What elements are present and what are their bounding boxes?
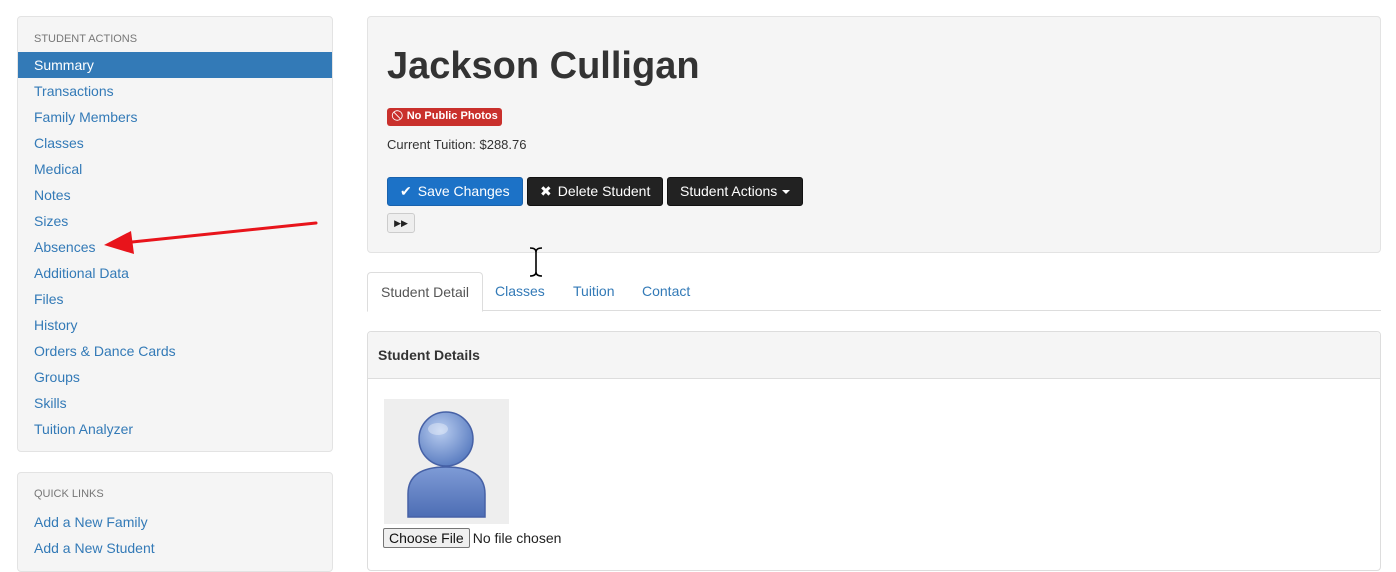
quick-links-heading: QUICK LINKS <box>34 488 104 500</box>
sidebar-item-skills[interactable]: Skills <box>18 390 332 416</box>
student-details-heading: Student Details <box>368 332 1380 379</box>
sidebar-item-orders-dance-cards[interactable]: Orders & Dance Cards <box>18 338 332 364</box>
person-placeholder-icon <box>407 411 486 518</box>
delete-student-button[interactable]: ✖ Delete Student <box>527 177 664 206</box>
sidebar-item-classes[interactable]: Classes <box>18 130 332 156</box>
caret-down-icon <box>782 190 791 195</box>
sidebar-item-family-members[interactable]: Family Members <box>18 104 332 130</box>
photo-upload: Choose File No file chosen <box>383 528 561 548</box>
student-actions-nav: Summary Transactions Family Members Clas… <box>18 52 332 442</box>
sidebar-item-notes[interactable]: Notes <box>18 182 332 208</box>
sidebar-item-transactions[interactable]: Transactions <box>18 78 332 104</box>
tab-classes[interactable]: Classes <box>482 272 558 311</box>
file-status: No file chosen <box>472 530 562 546</box>
student-header: Jackson Culligan 🚫︎ No Public Photos Curr… <box>367 16 1381 253</box>
current-tuition: Current Tuition: $288.76 <box>387 137 527 152</box>
close-icon: ✖ <box>540 183 552 199</box>
sidebar-item-groups[interactable]: Groups <box>18 364 332 390</box>
sidebar-item-tuition-analyzer[interactable]: Tuition Analyzer <box>18 416 332 442</box>
sidebar-item-history[interactable]: History <box>18 312 332 338</box>
student-actions-dropdown[interactable]: Student Actions <box>667 177 804 206</box>
sidebar-item-files[interactable]: Files <box>18 286 332 312</box>
tab-student-detail[interactable]: Student Detail <box>367 272 483 312</box>
delete-student-label: Delete Student <box>557 183 651 199</box>
student-actions-heading: STUDENT ACTIONS <box>34 33 138 45</box>
save-changes-label: Save Changes <box>417 183 510 199</box>
student-actions-panel: STUDENT ACTIONS Summary Transactions Fam… <box>17 16 333 452</box>
quick-link-add-family[interactable]: Add a New Family <box>18 509 332 535</box>
sidebar-item-medical[interactable]: Medical <box>18 156 332 182</box>
sidebar-item-summary[interactable]: Summary <box>18 52 332 78</box>
student-tabs: Student Detail Classes Tuition Contact <box>367 272 1381 312</box>
tab-contact[interactable]: Contact <box>629 272 703 311</box>
eye-slash-icon: 🚫︎ <box>391 111 404 122</box>
student-details-panel: Student Details Choose File No file chose… <box>367 331 1381 571</box>
quick-links-panel: QUICK LINKS Add a New Family Add a New S… <box>17 472 333 572</box>
sidebar-item-additional-data[interactable]: Additional Data <box>18 260 332 286</box>
no-public-photos-badge: 🚫︎ No Public Photos <box>387 108 502 126</box>
tab-tuition[interactable]: Tuition <box>560 272 628 311</box>
sidebar-item-absences[interactable]: Absences <box>18 234 332 260</box>
fast-forward-icon: ▶▶ <box>394 218 408 228</box>
avatar <box>384 399 509 524</box>
quick-link-add-student[interactable]: Add a New Student <box>18 535 332 561</box>
sidebar-item-sizes[interactable]: Sizes <box>18 208 332 234</box>
badge-label: No Public Photos <box>406 110 498 122</box>
save-changes-button[interactable]: ✔ Save Changes <box>387 177 523 206</box>
quick-links-nav: Add a New Family Add a New Student <box>18 509 332 561</box>
check-icon: ✔ <box>400 183 412 199</box>
fast-forward-button[interactable]: ▶▶ <box>387 213 415 233</box>
choose-file-button[interactable]: Choose File <box>383 528 470 548</box>
page-title: Jackson Culligan <box>387 45 700 87</box>
student-actions-label: Student Actions <box>680 183 778 199</box>
